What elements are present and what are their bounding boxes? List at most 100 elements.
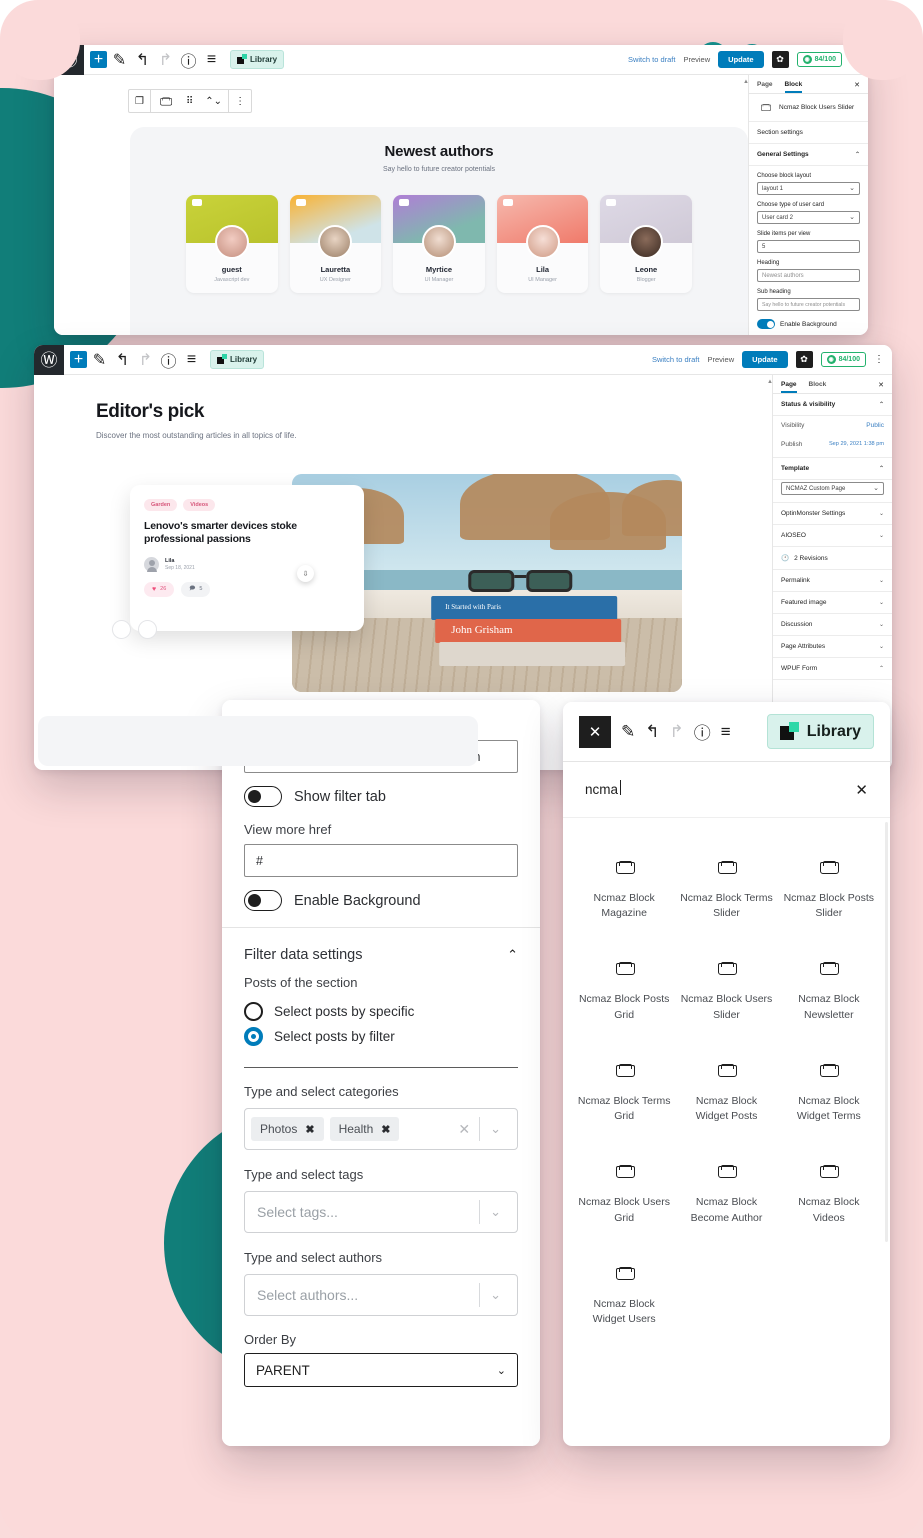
chevron-up-icon[interactable]: ⌃ — [879, 401, 884, 408]
inserter-block-item[interactable]: Ncmaz Block Posts Slider — [778, 842, 880, 943]
slider-next-button[interactable] — [138, 620, 157, 639]
close-icon[interactable]: ✕ — [854, 81, 860, 93]
chevron-down-icon[interactable]: ⌄ — [879, 621, 884, 628]
sub-heading-input[interactable]: Say hello to future creator potentials — [757, 298, 860, 311]
tab-block[interactable]: Block — [785, 81, 803, 93]
authors-multiselect[interactable]: Select authors... ⌄ — [244, 1274, 518, 1316]
panel-page-attributes[interactable]: Page Attributes ⌄ — [773, 636, 892, 658]
chevron-up-icon[interactable]: ⌃ — [507, 947, 518, 963]
status-visibility-header[interactable]: Status & visibility ⌃ — [773, 394, 892, 416]
show-filter-tab-toggle[interactable] — [244, 786, 282, 807]
list-view-icon[interactable]: ≡ — [181, 349, 202, 370]
section-settings-row[interactable]: Section settings — [749, 122, 868, 144]
chevron-down-icon[interactable]: ⌄ — [879, 643, 884, 650]
remove-icon[interactable]: ✖ — [381, 1123, 390, 1136]
inserter-block-item[interactable]: Ncmaz Block Videos — [778, 1146, 880, 1247]
inserter-block-item[interactable]: Ncmaz Block Widget Posts — [675, 1045, 777, 1146]
library-button-1[interactable]: Library — [230, 50, 285, 69]
duplicate-icon[interactable]: ❐ — [129, 90, 150, 112]
chevron-down-icon[interactable]: ⌄ — [480, 1121, 511, 1137]
tab-page[interactable]: Page — [781, 381, 797, 393]
chevron-down-icon[interactable]: ⌄ — [480, 1204, 511, 1220]
author-name[interactable]: Lila — [165, 558, 195, 564]
inserter-block-item[interactable]: Ncmaz Block Users Slider — [675, 943, 777, 1044]
search-input[interactable]: ncma — [585, 780, 622, 797]
post-card[interactable]: Garden Videos Lenovo's smarter devices s… — [130, 485, 364, 631]
author-card[interactable]: Lauretta UX Designer — [289, 195, 382, 293]
inserter-block-item[interactable]: Ncmaz Block Posts Grid — [573, 943, 675, 1044]
pencil-icon[interactable]: ✎ — [109, 49, 130, 70]
category-chip[interactable]: Photos ✖ — [251, 1117, 324, 1141]
enable-background-toggle[interactable] — [244, 890, 282, 911]
chevron-up-icon[interactable]: ⌃ — [855, 151, 860, 158]
wordpress-icon[interactable]: Ⓦ — [34, 345, 64, 375]
tag-chip[interactable]: Videos — [183, 499, 216, 511]
undo-icon[interactable]: ↰ — [645, 722, 659, 742]
panel-permalink[interactable]: Permalink ⌄ — [773, 570, 892, 592]
block-layout-select[interactable]: layout 1 — [757, 182, 860, 195]
general-settings-header[interactable]: General Settings ⌃ — [749, 144, 868, 166]
template-select[interactable]: NCMAZ Custom Page — [781, 482, 884, 495]
panel-optinmonster[interactable]: OptinMonster Settings ⌄ — [773, 503, 892, 525]
inserter-block-item[interactable]: Ncmaz Block Widget Terms — [778, 1045, 880, 1146]
redo-icon[interactable]: ↱ — [670, 722, 684, 742]
pencil-icon[interactable]: ✎ — [621, 722, 635, 742]
panel-wpuf-form[interactable]: WPUF Form ⌃ — [773, 658, 892, 680]
radio-select-by-filter[interactable] — [244, 1027, 263, 1046]
radio-row-specific[interactable]: Select posts by specific — [222, 999, 540, 1024]
info-icon[interactable]: ⓘ — [178, 49, 199, 71]
list-view-icon[interactable]: ≡ — [201, 49, 222, 70]
switch-to-draft-link[interactable]: Switch to draft — [652, 355, 700, 364]
panel-aioseo[interactable]: AIOSEO ⌄ — [773, 525, 892, 547]
order-by-select[interactable]: PARENT ⌄ — [244, 1353, 518, 1387]
view-more-href-input[interactable]: # — [244, 844, 518, 877]
block-type-icon[interactable] — [151, 90, 180, 112]
download-icon[interactable]: ⇩ — [297, 565, 314, 582]
slider-prev-button[interactable] — [112, 620, 131, 639]
redo-icon[interactable]: ↱ — [155, 49, 176, 70]
chevron-down-icon[interactable]: ⌄ — [497, 1364, 506, 1377]
inserter-block-item[interactable]: Ncmaz Block Magazine — [573, 842, 675, 943]
remove-icon[interactable]: ✖ — [305, 1123, 314, 1136]
inserter-block-item[interactable]: Ncmaz Block Users Grid — [573, 1146, 675, 1247]
info-icon[interactable]: ⓘ — [158, 349, 179, 371]
undo-icon[interactable]: ↰ — [132, 49, 153, 70]
preview-link[interactable]: Preview — [683, 55, 710, 64]
enable-background-toggle[interactable] — [757, 319, 775, 329]
like-count-chip[interactable]: ♥ 26 — [144, 581, 175, 597]
chevron-down-icon[interactable]: ⌄ — [879, 577, 884, 584]
category-chip[interactable]: Health ✖ — [329, 1117, 400, 1141]
update-button[interactable]: Update — [718, 51, 764, 68]
inserter-block-item[interactable]: Ncmaz Block Terms Slider — [675, 842, 777, 943]
pencil-icon[interactable]: ✎ — [89, 349, 110, 370]
preview-link[interactable]: Preview — [707, 355, 734, 364]
author-card[interactable]: Myrtice UI Manager — [393, 195, 485, 293]
info-icon[interactable]: ⓘ — [694, 719, 711, 744]
tags-multiselect[interactable]: Select tags... ⌄ — [244, 1191, 518, 1233]
author-card[interactable]: guest Javascript dev — [186, 195, 278, 293]
gear-icon[interactable]: ✿ — [795, 351, 813, 368]
chevron-down-icon[interactable]: ⌄ — [480, 1287, 511, 1303]
gear-icon[interactable]: ✿ — [771, 51, 789, 68]
chevron-up-icon[interactable]: ⌃ — [879, 665, 884, 672]
tag-chip[interactable]: Garden — [144, 499, 178, 511]
template-header[interactable]: Template ⌃ — [773, 458, 892, 480]
scrollbar[interactable] — [885, 822, 888, 1242]
list-view-icon[interactable]: ≡ — [721, 722, 731, 742]
block-options-icon[interactable]: ⋮ — [229, 90, 251, 112]
library-button-2[interactable]: Library — [210, 350, 265, 369]
inserter-block-item[interactable]: Ncmaz Block Newsletter — [778, 943, 880, 1044]
chevron-up-icon[interactable]: ⌃ — [879, 465, 884, 472]
add-block-button[interactable]: + — [70, 351, 87, 368]
panel-revisions[interactable]: 🕐 2 Revisions — [773, 547, 892, 570]
author-card[interactable]: Lila UI Manager — [496, 195, 589, 293]
post-title[interactable]: Lenovo's smarter devices stoke professio… — [144, 520, 350, 547]
inserter-block-item[interactable]: Ncmaz Block Terms Grid — [573, 1045, 675, 1146]
clear-icon[interactable]: ✕ — [449, 1121, 479, 1138]
inserter-block-item[interactable]: Ncmaz Block Become Author — [675, 1146, 777, 1247]
comment-count-chip[interactable]: 🗩 5 — [181, 581, 211, 597]
user-card-select[interactable]: User card 2 — [757, 211, 860, 224]
seo-score-badge[interactable]: ◉ 84/100 — [820, 352, 866, 367]
switch-to-draft-link[interactable]: Switch to draft — [628, 55, 676, 64]
visibility-value[interactable]: Public — [866, 422, 884, 429]
